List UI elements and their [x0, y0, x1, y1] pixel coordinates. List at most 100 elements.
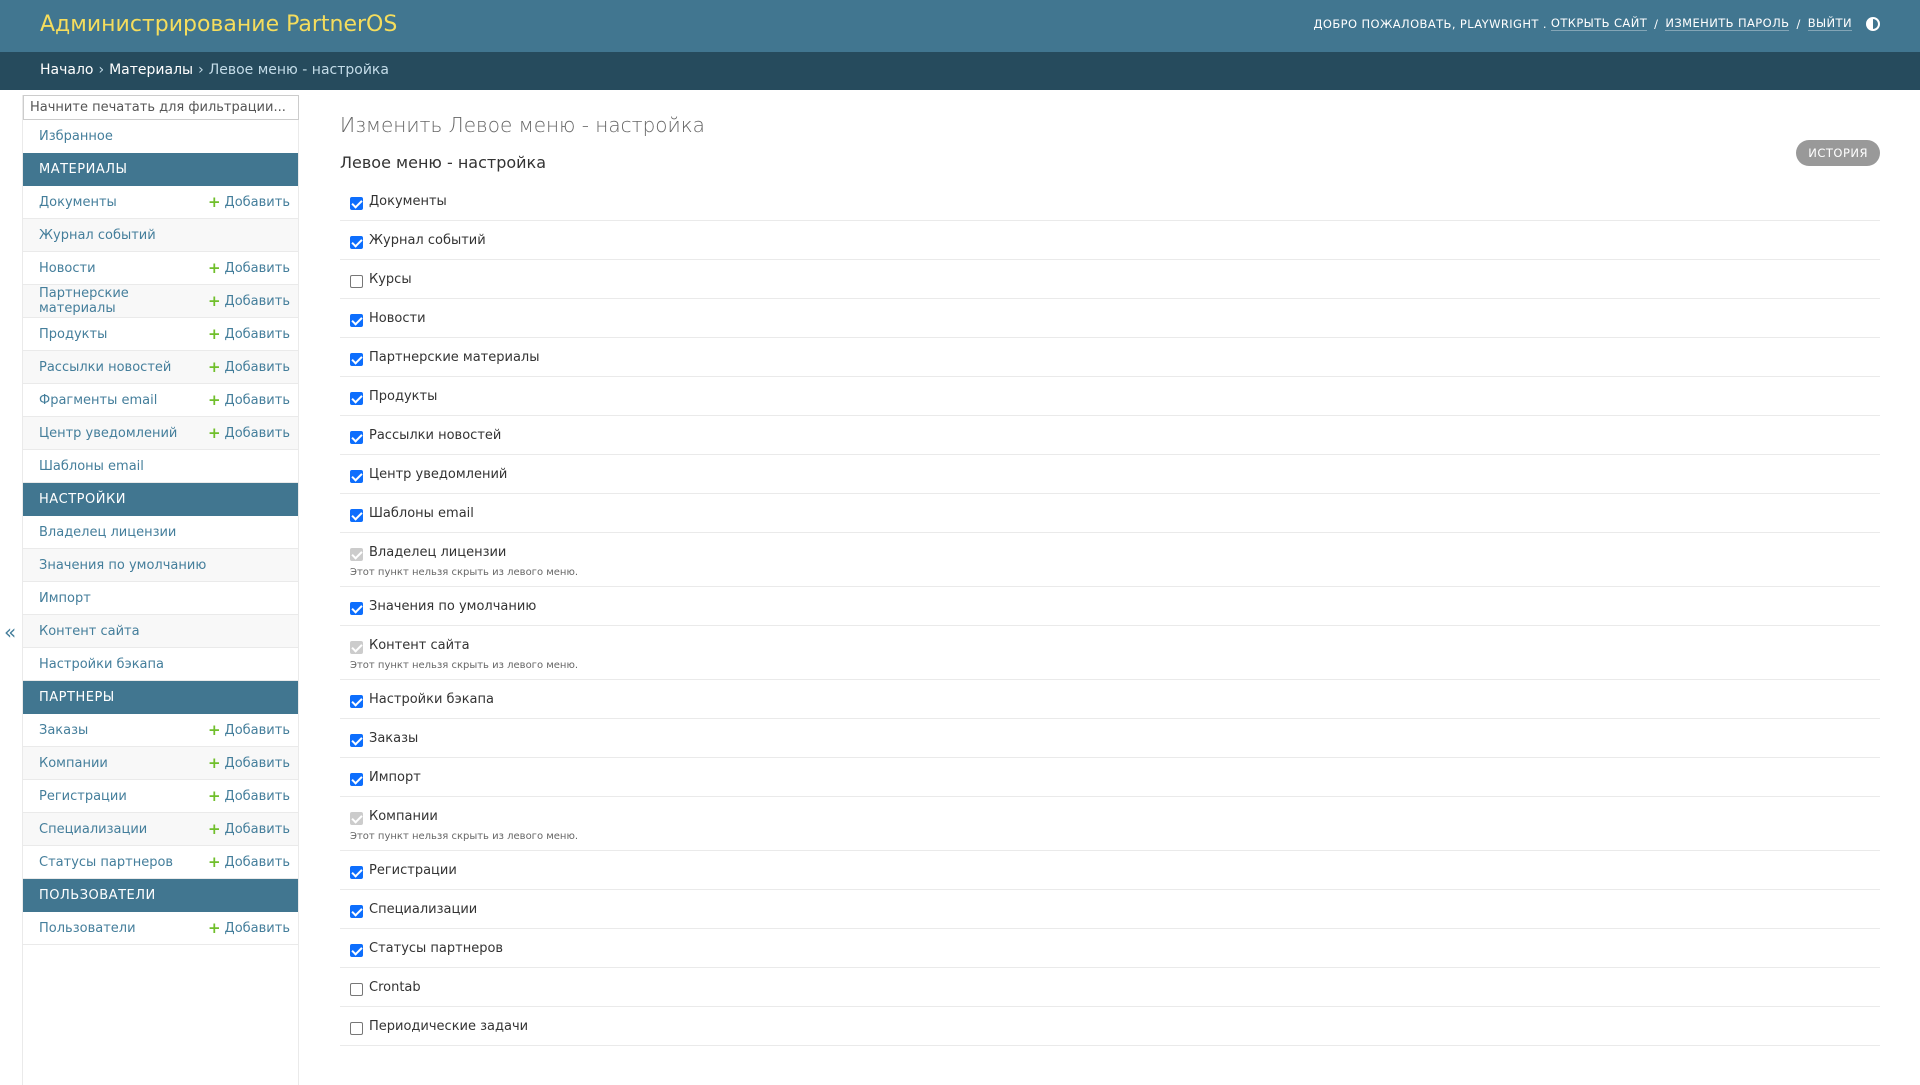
- breadcrumb-home[interactable]: Начало: [40, 62, 93, 78]
- sidebar-item[interactable]: Документы + Добавить: [23, 186, 298, 219]
- sidebar-item-link[interactable]: Статусы партнеров: [39, 855, 173, 870]
- module-caption[interactable]: Настройки: [23, 483, 298, 516]
- sidebar-item-link[interactable]: Документы: [39, 195, 117, 210]
- module-caption[interactable]: Партнеры: [23, 681, 298, 714]
- collapse-sidebar-button[interactable]: «: [4, 620, 16, 644]
- menu-option-label[interactable]: Периодические задачи: [369, 1019, 528, 1034]
- menu-option-label[interactable]: Регистрации: [369, 863, 457, 878]
- sidebar-filter-input[interactable]: [23, 95, 299, 120]
- sidebar-item[interactable]: Регистрации + Добавить: [23, 780, 298, 813]
- sidebar-item-link[interactable]: Новости: [39, 261, 96, 276]
- menu-option-label[interactable]: Новости: [369, 311, 426, 326]
- sidebar-item[interactable]: Новости + Добавить: [23, 252, 298, 285]
- sidebar-item-link[interactable]: Продукты: [39, 327, 107, 342]
- sidebar-item[interactable]: Статусы партнеров + Добавить: [23, 846, 298, 879]
- menu-option-label[interactable]: Продукты: [369, 389, 437, 404]
- menu-option-label[interactable]: Рассылки новостей: [369, 428, 501, 443]
- menu-option-label[interactable]: Статусы партнеров: [369, 941, 503, 956]
- sidebar-item[interactable]: Пользователи + Добавить: [23, 912, 298, 945]
- sidebar-item-link[interactable]: Партнерские материалы: [39, 286, 208, 316]
- logout-link[interactable]: Выйти: [1807, 16, 1852, 31]
- add-button[interactable]: + Добавить: [208, 722, 290, 738]
- module-caption[interactable]: Материалы: [23, 153, 298, 186]
- sidebar-item[interactable]: Рассылки новостей + Добавить: [23, 351, 298, 384]
- sidebar-item-link[interactable]: Пользователи: [39, 921, 136, 936]
- menu-option-label[interactable]: Курсы: [369, 272, 412, 287]
- favorites-link[interactable]: Избранное: [39, 129, 113, 144]
- menu-option-label[interactable]: Специализации: [369, 902, 477, 917]
- menu-option-checkbox[interactable]: [350, 430, 363, 444]
- sidebar-item-link[interactable]: Заказы: [39, 723, 88, 738]
- sidebar-item-link[interactable]: Фрагменты email: [39, 393, 157, 408]
- menu-option-label[interactable]: Владелец лицензии: [369, 545, 506, 560]
- sidebar-item[interactable]: Шаблоны email: [23, 450, 298, 483]
- menu-option-checkbox[interactable]: [350, 196, 363, 210]
- sidebar-item[interactable]: Фрагменты email + Добавить: [23, 384, 298, 417]
- menu-option-checkbox[interactable]: [350, 904, 363, 918]
- menu-option-checkbox[interactable]: [350, 601, 363, 615]
- sidebar-item-link[interactable]: Контент сайта: [39, 624, 140, 639]
- sidebar-item[interactable]: Настройки бэкапа: [23, 648, 298, 681]
- sidebar-item-link[interactable]: Импорт: [39, 591, 91, 606]
- menu-option-checkbox[interactable]: [350, 508, 363, 522]
- sidebar-item[interactable]: Центр уведомлений + Добавить: [23, 417, 298, 450]
- menu-option-label[interactable]: Шаблоны email: [369, 506, 474, 521]
- menu-option-checkbox[interactable]: [350, 1021, 363, 1035]
- sidebar-item-link[interactable]: Владелец лицензии: [39, 525, 176, 540]
- menu-option-label[interactable]: Импорт: [369, 770, 421, 785]
- menu-option-label[interactable]: Компании: [369, 809, 438, 824]
- menu-option-label[interactable]: Контент сайта: [369, 638, 470, 653]
- menu-option-label[interactable]: Документы: [369, 194, 447, 209]
- add-button[interactable]: + Добавить: [208, 755, 290, 771]
- menu-option-label[interactable]: Crontab: [369, 980, 421, 995]
- menu-option-label[interactable]: Журнал событий: [369, 233, 486, 248]
- menu-option-checkbox[interactable]: [350, 391, 363, 405]
- add-button[interactable]: + Добавить: [208, 293, 290, 309]
- menu-option-label[interactable]: Настройки бэкапа: [369, 692, 494, 707]
- menu-option-label[interactable]: Значения по умолчанию: [369, 599, 536, 614]
- menu-option-checkbox[interactable]: [350, 943, 363, 957]
- sidebar-item-link[interactable]: Регистрации: [39, 789, 127, 804]
- menu-option-label[interactable]: Партнерские материалы: [369, 350, 539, 365]
- add-button[interactable]: + Добавить: [208, 425, 290, 441]
- add-button[interactable]: + Добавить: [208, 326, 290, 342]
- sidebar-item[interactable]: Партнерские материалы + Добавить: [23, 285, 298, 318]
- menu-option-checkbox[interactable]: [350, 352, 363, 366]
- sidebar-item[interactable]: Импорт: [23, 582, 298, 615]
- sidebar-item-link[interactable]: Центр уведомлений: [39, 426, 177, 441]
- menu-option-checkbox[interactable]: [350, 982, 363, 996]
- sidebar-item-link[interactable]: Журнал событий: [39, 228, 156, 243]
- sidebar-item-link[interactable]: Значения по умолчанию: [39, 558, 206, 573]
- menu-option-label[interactable]: Заказы: [369, 731, 418, 746]
- add-button[interactable]: + Добавить: [208, 821, 290, 837]
- sidebar-item[interactable]: Владелец лицензии: [23, 516, 298, 549]
- add-button[interactable]: + Добавить: [208, 920, 290, 936]
- add-button[interactable]: + Добавить: [208, 854, 290, 870]
- favorites-item[interactable]: Избранное: [23, 120, 298, 153]
- add-button[interactable]: + Добавить: [208, 359, 290, 375]
- change-password-link[interactable]: Изменить пароль: [1665, 16, 1790, 31]
- open-site-link[interactable]: Открыть сайт: [1550, 16, 1648, 31]
- module-caption[interactable]: Пользователи: [23, 879, 298, 912]
- sidebar-item[interactable]: Заказы + Добавить: [23, 714, 298, 747]
- sidebar-item-link[interactable]: Шаблоны email: [39, 459, 144, 474]
- menu-option-checkbox[interactable]: [350, 733, 363, 747]
- menu-option-checkbox[interactable]: [350, 235, 363, 249]
- sidebar-item-link[interactable]: Рассылки новостей: [39, 360, 171, 375]
- sidebar-item[interactable]: Продукты + Добавить: [23, 318, 298, 351]
- add-button[interactable]: + Добавить: [208, 260, 290, 276]
- history-button[interactable]: История: [1796, 140, 1880, 166]
- breadcrumb-section[interactable]: Материалы: [109, 62, 193, 78]
- theme-toggle-icon[interactable]: [1866, 16, 1880, 31]
- add-button[interactable]: + Добавить: [208, 194, 290, 210]
- site-title[interactable]: Администрирование PartnerOS: [40, 12, 397, 37]
- menu-option-checkbox[interactable]: [350, 274, 363, 288]
- sidebar-item[interactable]: Компании + Добавить: [23, 747, 298, 780]
- sidebar-item[interactable]: Контент сайта: [23, 615, 298, 648]
- menu-option-checkbox[interactable]: [350, 865, 363, 879]
- sidebar-item[interactable]: Значения по умолчанию: [23, 549, 298, 582]
- menu-option-label[interactable]: Центр уведомлений: [369, 467, 507, 482]
- menu-option-checkbox[interactable]: [350, 469, 363, 483]
- menu-option-checkbox[interactable]: [350, 772, 363, 786]
- sidebar-item[interactable]: Специализации + Добавить: [23, 813, 298, 846]
